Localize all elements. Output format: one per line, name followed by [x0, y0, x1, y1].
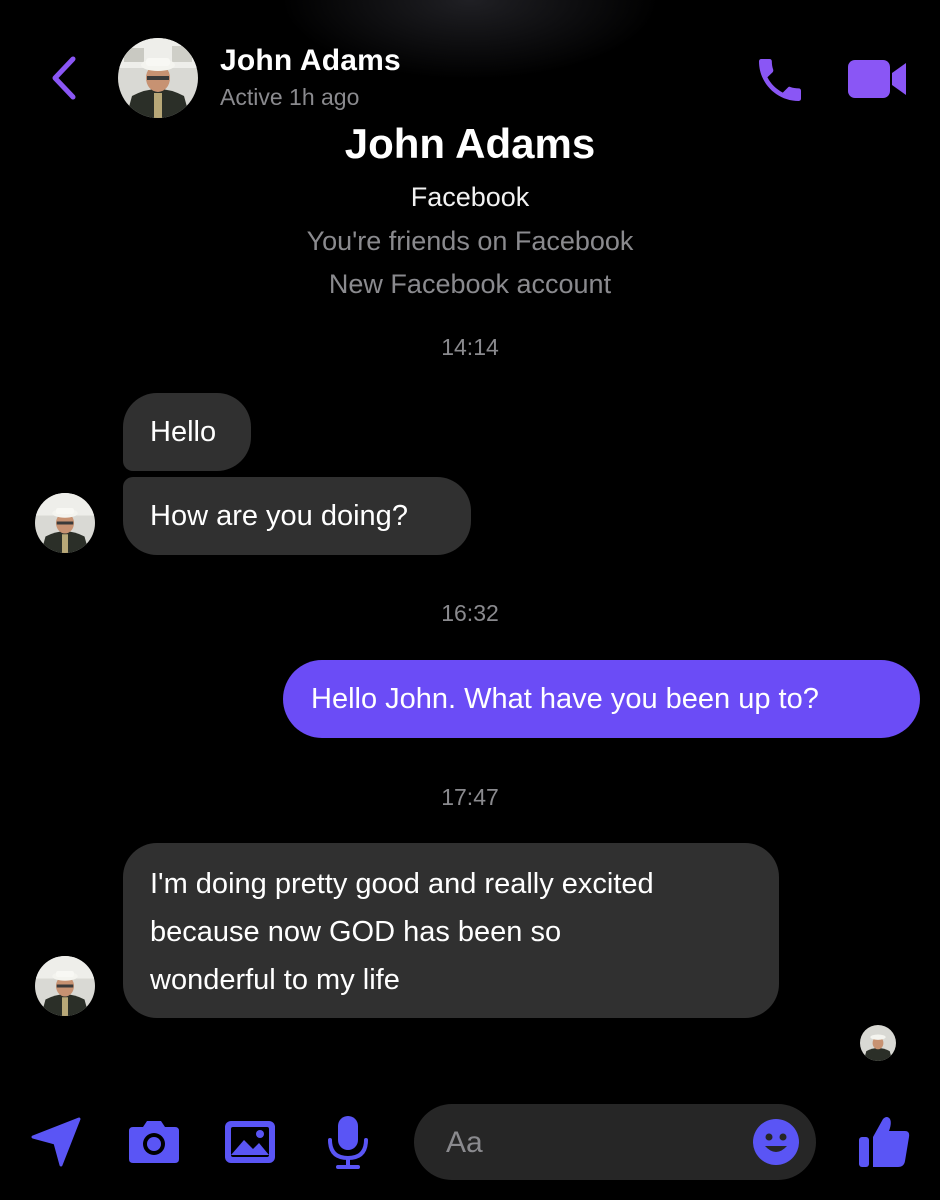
profile-photo — [35, 493, 95, 553]
message-bubble-incoming[interactable]: I'm doing pretty good and really excited… — [123, 843, 779, 1018]
camera-button[interactable] — [124, 1112, 184, 1172]
header-contact-name[interactable]: John Adams — [220, 44, 401, 78]
message-text-line: wonderful to my life — [150, 964, 400, 996]
message-text: Hello — [150, 416, 217, 448]
intro-account-note: New Facebook account — [328, 269, 612, 299]
message-text-line: I'm doing pretty good and really excited — [150, 868, 654, 900]
location-arrow-icon — [31, 1117, 81, 1167]
timestamp: 14:14 — [441, 334, 499, 360]
emoji-icon — [753, 1119, 799, 1165]
phone-icon — [759, 59, 801, 101]
like-button[interactable] — [852, 1110, 916, 1174]
video-camera-icon — [848, 60, 906, 98]
timestamp: 17:47 — [441, 784, 499, 810]
timestamp: 16:32 — [441, 600, 499, 626]
active-status: Active 1h ago — [220, 84, 360, 110]
microphone-icon — [328, 1116, 368, 1169]
share-location-button[interactable] — [26, 1112, 86, 1172]
emoji-button[interactable] — [752, 1118, 800, 1166]
contact-avatar[interactable] — [118, 38, 198, 118]
message-text-line: because now GOD has been so — [150, 916, 562, 948]
message-bubble-outgoing[interactable]: Hello John. What have you been up to? — [283, 660, 920, 738]
camera-icon — [129, 1121, 179, 1163]
intro-platform: Facebook — [410, 182, 530, 212]
voice-message-button[interactable] — [318, 1112, 378, 1172]
intro-friendship: You're friends on Facebook — [306, 226, 634, 256]
seen-receipt-avatar — [860, 1025, 896, 1061]
gallery-button[interactable] — [220, 1112, 280, 1172]
voice-call-button[interactable] — [752, 52, 808, 108]
sender-avatar[interactable] — [35, 493, 95, 553]
message-composer[interactable] — [414, 1104, 816, 1182]
back-button[interactable] — [44, 50, 84, 106]
message-text: How are you doing? — [150, 500, 408, 532]
profile-photo — [35, 956, 95, 1016]
sender-avatar[interactable] — [35, 956, 95, 1016]
message-bubble-incoming[interactable]: Hello — [123, 393, 251, 471]
message-input[interactable] — [444, 1104, 748, 1182]
video-call-button[interactable] — [844, 54, 910, 104]
profile-photo — [118, 38, 198, 118]
image-icon — [225, 1121, 275, 1163]
profile-photo — [860, 1025, 896, 1061]
intro-contact-name: John Adams — [344, 120, 596, 167]
message-bubble-incoming[interactable]: How are you doing? — [123, 477, 471, 555]
chevron-left-icon — [52, 56, 76, 100]
thumbs-up-icon — [859, 1117, 910, 1167]
message-text: Hello John. What have you been up to? — [311, 683, 819, 715]
